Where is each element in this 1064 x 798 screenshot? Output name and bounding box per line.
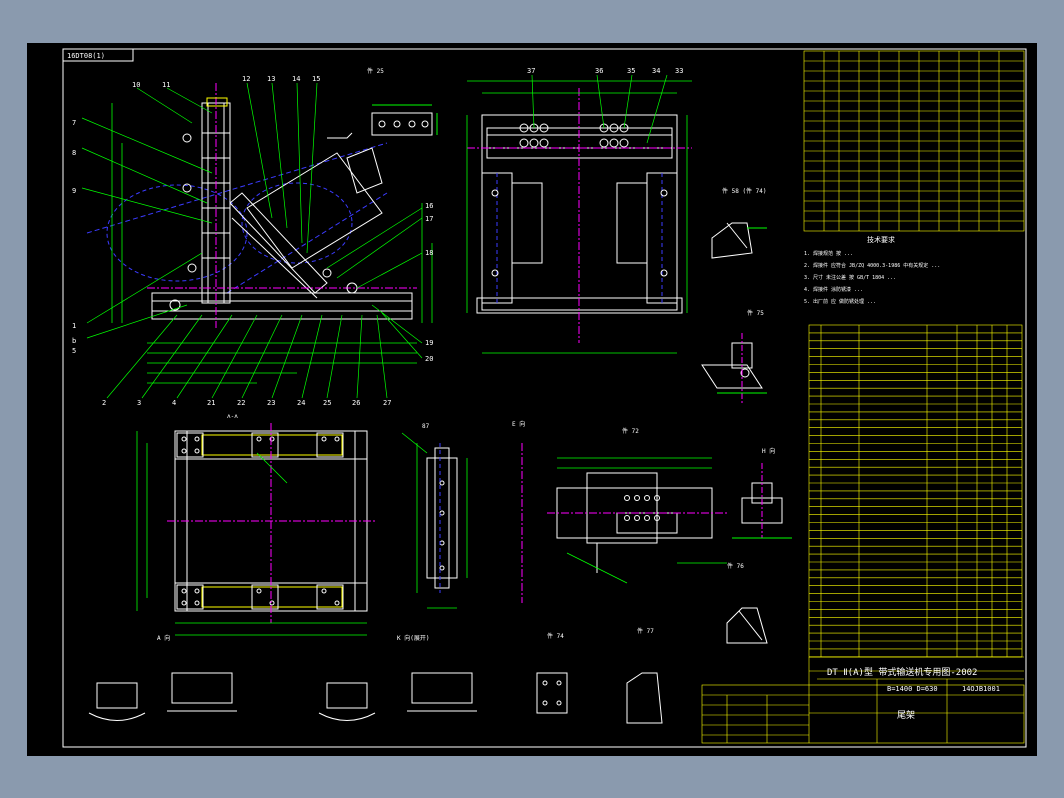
svg-text:9: 9 (72, 187, 76, 195)
drawing-frame (62, 48, 1027, 748)
svg-text:23: 23 (267, 399, 275, 407)
svg-text:24: 24 (297, 399, 305, 407)
detail-part-25: 件 25 (327, 67, 438, 139)
part-name: 尾架 (897, 710, 915, 721)
code-box-text: 16DT08(1) (67, 52, 105, 60)
svg-text:3. 尺寸 未注公差 按 GB/T 1804 ...: 3. 尺寸 未注公差 按 GB/T 1804 ... (804, 274, 896, 281)
detail-77: 件 77 (626, 627, 663, 724)
plan-view: ʌ-ʌ (136, 413, 377, 636)
svg-text:20: 20 (425, 355, 433, 363)
spec-table (803, 50, 1025, 232)
svg-text:件 77: 件 77 (637, 627, 654, 635)
svg-text:13: 13 (267, 75, 275, 83)
svg-text:15: 15 (312, 75, 320, 83)
title-main: DT Ⅱ(A)型 带式输送机专用图-2002 (827, 666, 977, 678)
svg-text:8: 8 (72, 149, 76, 157)
diagonal-brace (229, 192, 328, 294)
svg-text:11: 11 (162, 81, 170, 89)
detail-76: 件 76 (726, 562, 768, 644)
svg-text:35: 35 (627, 67, 635, 75)
svg-text:H 向: H 向 (762, 447, 775, 455)
drawing-number: 14OJB1001 (962, 685, 1000, 693)
svg-text:36: 36 (595, 67, 603, 75)
svg-text:2: 2 (102, 399, 106, 407)
svg-text:10: 10 (132, 81, 140, 89)
cad-drawing: 16DT08(1) 789 1b5 10 11 12 13 14 15 1617… (62, 48, 1027, 748)
svg-text:34: 34 (652, 67, 660, 75)
svg-text:K 向(展开): K 向(展开) (397, 634, 429, 642)
view-a: A 向 (88, 634, 237, 721)
svg-text:3: 3 (137, 399, 141, 407)
svg-text:19: 19 (425, 339, 433, 347)
view-h: H 向 (732, 447, 792, 539)
svg-text:4. 焊接件 涂防锈漆 ...: 4. 焊接件 涂防锈漆 ... (804, 286, 863, 293)
svg-text:b: b (72, 337, 76, 345)
tech-req-title: 技术要求 (867, 235, 895, 244)
svg-text:件 75: 件 75 (747, 309, 764, 317)
svg-text:12: 12 (242, 75, 250, 83)
parts-list (808, 324, 1023, 658)
svg-text:5: 5 (72, 347, 76, 355)
svg-text:件 72: 件 72 (622, 427, 639, 435)
detail-75: 件 75 (701, 309, 767, 403)
svg-text:17: 17 (425, 215, 433, 223)
title-spec: B=1400 D=630 (887, 685, 938, 693)
svg-text:18: 18 (425, 249, 433, 257)
svg-text:件 76: 件 76 (727, 562, 744, 570)
detail-bracket: 件 72 (547, 427, 727, 584)
detail-58: 件 58 (件 74) (711, 187, 767, 259)
svg-text:22: 22 (237, 399, 245, 407)
svg-text:ʌ-ʌ: ʌ-ʌ (227, 413, 238, 420)
svg-text:26: 26 (352, 399, 360, 407)
svg-text:件 25: 件 25 (367, 67, 384, 75)
belt-line-2 (226, 192, 388, 294)
side-view: 37 36 35 34 33 (466, 67, 692, 354)
svg-text:E 向: E 向 (512, 420, 525, 428)
svg-text:87: 87 (422, 423, 430, 430)
section-view: 87 E 向 (401, 420, 525, 609)
svg-text:27: 27 (383, 399, 391, 407)
detail-74: 件 74 (536, 632, 568, 714)
belt-line (86, 142, 388, 234)
svg-text:1: 1 (72, 322, 76, 330)
svg-text:7: 7 (72, 119, 76, 127)
tech-requirements: 1. 焊接规范 按 ... 2. 焊接件 应符合 JB/ZQ 4000.3-19… (804, 250, 940, 305)
svg-text:37: 37 (527, 67, 535, 75)
svg-text:件 74: 件 74 (547, 632, 564, 640)
svg-text:33: 33 (675, 67, 683, 75)
svg-text:件 58 (件 74): 件 58 (件 74) (722, 187, 767, 195)
drawing-sheet: 16DT08(1) 7 8 9 1 b 5 10 11 12 13 14 15 … (27, 43, 1037, 756)
svg-text:16: 16 (425, 202, 433, 210)
svg-text:21: 21 (207, 399, 215, 407)
svg-text:5. 出厂前 应 做防锈处理 ...: 5. 出厂前 应 做防锈处理 ... (804, 298, 876, 305)
svg-text:14: 14 (292, 75, 300, 83)
view-k: K 向(展开) (318, 634, 477, 721)
svg-text:1. 焊接规范 按 ...: 1. 焊接规范 按 ... (804, 250, 853, 257)
svg-text:A 向: A 向 (157, 634, 170, 642)
svg-text:25: 25 (323, 399, 331, 407)
svg-text:2. 焊接件 应符合 JB/ZQ 4000.3-1986 中: 2. 焊接件 应符合 JB/ZQ 4000.3-1986 中有关规定 ... (804, 262, 940, 269)
svg-text:4: 4 (172, 399, 176, 407)
